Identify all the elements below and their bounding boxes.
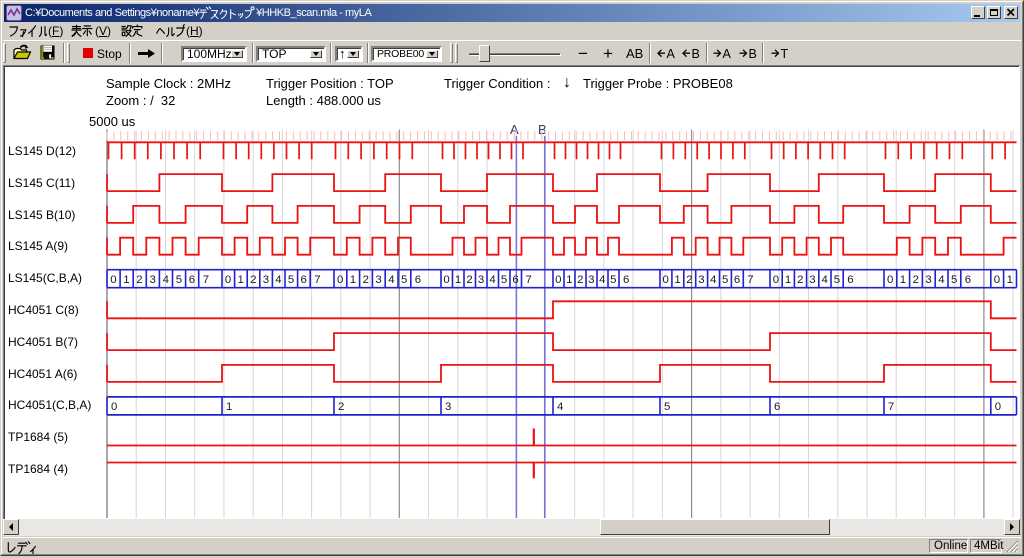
svg-text:3: 3: [925, 274, 931, 286]
svg-text:3: 3: [445, 401, 451, 413]
svg-text:6: 6: [512, 274, 518, 286]
svg-text:2: 2: [338, 401, 344, 413]
svg-text:3: 3: [698, 274, 704, 286]
svg-text:6: 6: [189, 274, 195, 286]
svg-text:5: 5: [176, 274, 182, 286]
svg-text:4: 4: [599, 274, 605, 286]
svg-text:4: 4: [388, 274, 394, 286]
svg-text:1: 1: [226, 401, 232, 413]
svg-text:1: 1: [455, 274, 461, 286]
svg-text:1: 1: [785, 274, 791, 286]
svg-text:1: 1: [350, 274, 356, 286]
svg-text:2: 2: [913, 274, 919, 286]
svg-text:1: 1: [1007, 274, 1013, 286]
svg-text:4: 4: [557, 401, 563, 413]
svg-text:4: 4: [938, 274, 944, 286]
svg-text:0: 0: [555, 274, 561, 286]
svg-text:1: 1: [238, 274, 244, 286]
svg-text:0: 0: [663, 274, 669, 286]
svg-text:4: 4: [822, 274, 828, 286]
svg-text:0: 0: [111, 401, 117, 413]
svg-text:6: 6: [301, 274, 307, 286]
svg-text:6: 6: [847, 274, 853, 286]
svg-text:2: 2: [686, 274, 692, 286]
svg-text:7: 7: [203, 274, 209, 286]
svg-text:0: 0: [994, 274, 1000, 286]
svg-text:5: 5: [722, 274, 728, 286]
svg-text:3: 3: [809, 274, 815, 286]
svg-text:4: 4: [163, 274, 169, 286]
svg-text:2: 2: [577, 274, 583, 286]
svg-text:4: 4: [275, 274, 281, 286]
svg-text:5: 5: [501, 274, 507, 286]
svg-text:2: 2: [797, 274, 803, 286]
svg-text:0: 0: [773, 274, 779, 286]
svg-text:7: 7: [314, 274, 320, 286]
svg-text:0: 0: [887, 274, 893, 286]
svg-text:7: 7: [747, 274, 753, 286]
svg-text:7: 7: [888, 401, 894, 413]
svg-text:1: 1: [566, 274, 572, 286]
svg-text:6: 6: [623, 274, 629, 286]
svg-text:1: 1: [123, 274, 129, 286]
svg-text:0: 0: [995, 401, 1001, 413]
svg-text:1: 1: [674, 274, 680, 286]
svg-text:2: 2: [363, 274, 369, 286]
svg-text:6: 6: [965, 274, 971, 286]
svg-text:7: 7: [526, 274, 532, 286]
svg-text:3: 3: [375, 274, 381, 286]
svg-text:0: 0: [443, 274, 449, 286]
svg-text:5: 5: [288, 274, 294, 286]
svg-text:0: 0: [225, 274, 231, 286]
svg-text:5: 5: [610, 274, 616, 286]
svg-text:0: 0: [337, 274, 343, 286]
svg-text:0: 0: [110, 274, 116, 286]
svg-text:4: 4: [489, 274, 495, 286]
svg-text:3: 3: [263, 274, 269, 286]
svg-text:1: 1: [900, 274, 906, 286]
svg-text:3: 3: [588, 274, 594, 286]
svg-text:2: 2: [466, 274, 472, 286]
svg-text:5: 5: [834, 274, 840, 286]
svg-text:5: 5: [664, 401, 670, 413]
svg-text:6: 6: [774, 401, 780, 413]
svg-text:5: 5: [401, 274, 407, 286]
svg-text:6: 6: [415, 274, 421, 286]
svg-text:4: 4: [710, 274, 716, 286]
svg-text:2: 2: [250, 274, 256, 286]
svg-text:2: 2: [136, 274, 142, 286]
svg-text:6: 6: [734, 274, 740, 286]
svg-text:3: 3: [478, 274, 484, 286]
svg-text:5: 5: [951, 274, 957, 286]
svg-text:3: 3: [150, 274, 156, 286]
